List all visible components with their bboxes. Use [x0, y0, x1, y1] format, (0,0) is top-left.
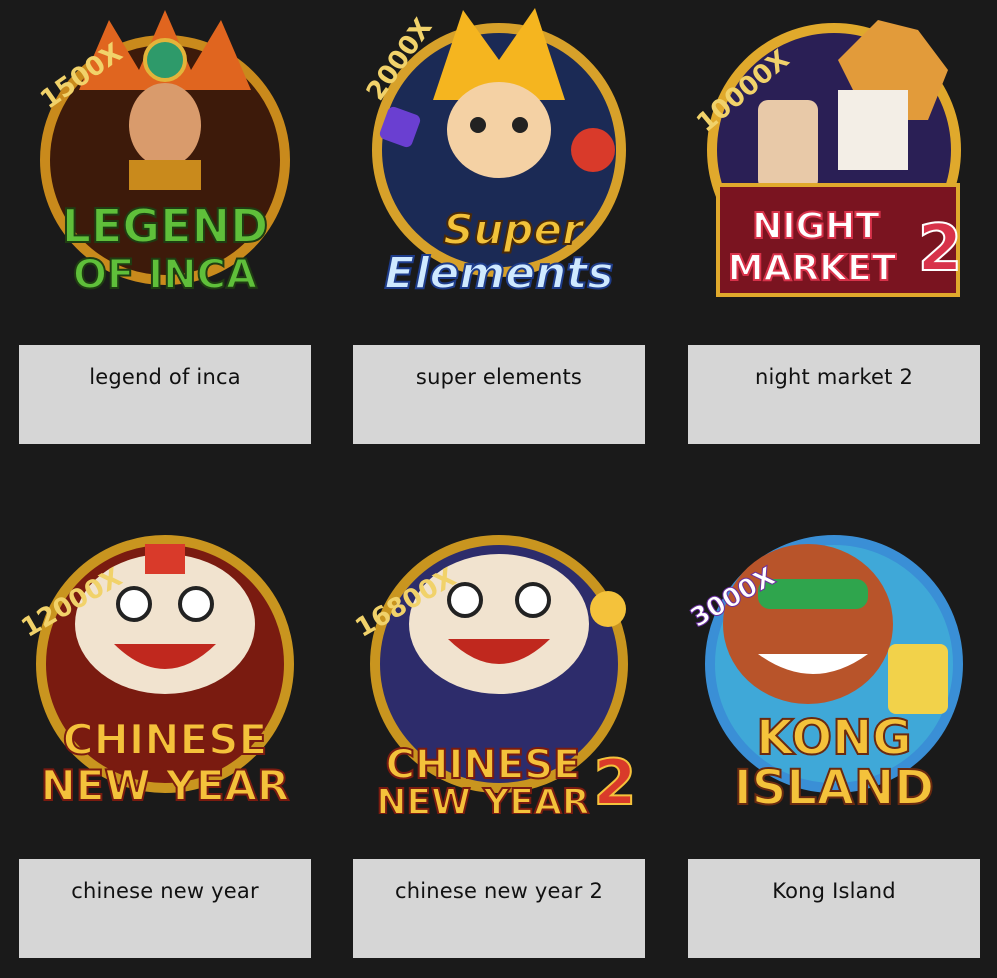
legend-of-inca-art: 1500X LEGEND OF INCA [35, 10, 290, 299]
game-logo-line1: KONG [756, 710, 911, 766]
super-elements-art: 2000X Super Elements [361, 8, 626, 300]
game-thumbnail-kong-island[interactable]: 3000X KONG ISLAND [688, 514, 980, 814]
game-title-button[interactable]: chinese new year [19, 859, 311, 958]
game-card-kong-island[interactable]: 3000X KONG ISLAND Kong Island [688, 514, 980, 958]
game-logo-line1: NIGHT [752, 206, 880, 247]
game-title-button[interactable]: night market 2 [688, 345, 980, 444]
kong-island-art: 3000X KONG ISLAND [688, 535, 963, 814]
game-logo-badge: 2 [918, 212, 963, 286]
game-thumbnail-chinese-new-year[interactable]: 12000X CHINESE NEW YEAR [19, 514, 311, 814]
chinese-new-year-2-art: 16800X CHINESE NEW YEAR 2 [353, 535, 638, 814]
game-logo-line2: NEW YEAR [41, 761, 290, 810]
game-logo-line1: Super [443, 205, 585, 254]
game-logo-line2: OF INCA [73, 252, 257, 298]
game-title: super elements [415, 365, 583, 389]
game-card-chinese-new-year[interactable]: 12000X CHINESE NEW YEAR chinese new year [19, 514, 311, 958]
game-thumbnail-chinese-new-year-2[interactable]: 16800X CHINESE NEW YEAR 2 [353, 514, 645, 814]
game-card-chinese-new-year-2[interactable]: 16800X CHINESE NEW YEAR 2 chinese new ye… [353, 514, 645, 958]
game-logo-line2: Elements [384, 248, 613, 299]
game-title: chinese new year [71, 879, 259, 903]
night-market-2-art: 10000X NIGHT MARKET 2 [691, 20, 963, 297]
game-thumbnail-super-elements[interactable]: 2000X Super Elements [353, 0, 645, 300]
game-title: legend of inca [89, 365, 241, 389]
game-logo-badge: 2 [593, 746, 636, 814]
game-title: night market 2 [754, 365, 914, 389]
chinese-new-year-art: 12000X CHINESE NEW YEAR [19, 535, 294, 811]
game-thumbnail-night-market-2[interactable]: 10000X NIGHT MARKET 2 [688, 0, 980, 300]
game-logo-line2: ISLAND [734, 760, 934, 814]
game-title: chinese new year 2 [394, 879, 604, 903]
game-title: Kong Island [772, 879, 896, 903]
game-title-button[interactable]: super elements [353, 345, 645, 444]
game-card-legend-of-inca[interactable]: 1500X LEGEND OF INCA legend of inca [19, 0, 311, 444]
game-logo-line1: CHINESE [63, 715, 267, 764]
game-card-night-market-2[interactable]: 10000X NIGHT MARKET 2 night market 2 [688, 0, 980, 444]
game-title-button[interactable]: legend of inca [19, 345, 311, 444]
game-thumbnail-legend-of-inca[interactable]: 1500X LEGEND OF INCA [19, 0, 311, 300]
game-logo-line2: MARKET [728, 248, 897, 289]
game-logo-line2: NEW YEAR [376, 782, 589, 814]
game-title-button[interactable]: Kong Island [688, 859, 980, 958]
game-title-button[interactable]: chinese new year 2 [353, 859, 645, 958]
game-card-super-elements[interactable]: 2000X Super Elements super elements [353, 0, 645, 444]
game-logo-line1: LEGEND [62, 199, 269, 253]
game-grid: 1500X LEGEND OF INCA legend of inca 2000… [0, 0, 997, 978]
